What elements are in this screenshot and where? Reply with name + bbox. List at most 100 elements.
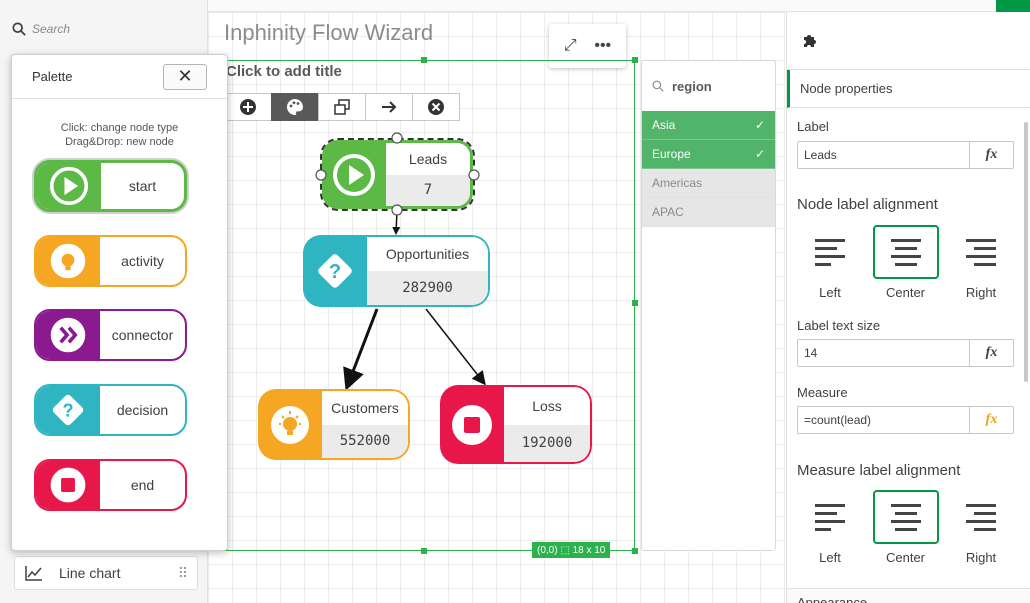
more-options-icon[interactable]: ••• [594,37,611,55]
add-node-button[interactable] [224,93,272,121]
play-icon [37,163,101,209]
copy-icon [334,99,350,115]
properties-header [787,12,1030,70]
play-icon [322,140,386,209]
palette-hint-line: Click: change node type [60,122,179,134]
palette-item-label: start [128,178,157,194]
decision-icon: ? [303,235,367,307]
align-right-icon [948,490,1014,544]
resize-handle-mr[interactable] [632,300,638,306]
palette-header: Palette ✕ [12,55,227,99]
align-right-option[interactable]: Right [948,490,1014,570]
line-chart-icon [25,566,42,581]
resize-handle-bc[interactable] [421,548,427,554]
filter-value-label: Asia [652,118,676,132]
line-chart-asset[interactable]: Line chart ⠿ [14,556,198,590]
edit-mode-button[interactable] [996,0,1030,12]
palette-item-label: connector [111,327,174,343]
filter-value-label: APAC [652,205,684,219]
label-text-size-field[interactable]: 14 fx [797,339,1014,367]
align-center-option[interactable]: Center [872,490,939,570]
filter-value-americas[interactable]: Americas [642,169,775,198]
resize-handle-tr[interactable] [632,57,638,63]
filter-value-apac[interactable]: APAC [642,198,775,227]
resize-handle-tc[interactable] [421,57,427,63]
filter-header[interactable]: region [642,61,775,111]
palette-button[interactable] [271,93,319,121]
palette-item-label: activity [121,253,164,269]
measure-field[interactable]: =count(lead) fx [797,406,1014,434]
svg-text:?: ? [62,400,73,420]
expand-icon[interactable]: ⤢ [564,37,577,55]
palette-item-decision[interactable]: ? decision [34,384,187,436]
measure-value: =count(lead) [804,413,872,427]
node-measure: 7 [386,174,470,206]
lightbulb-icon [36,237,100,285]
node-properties-section[interactable]: Node properties [787,70,1030,108]
resize-handle-br[interactable] [632,548,638,554]
align-caption: Center [885,285,926,300]
measure-label-alignment-title: Measure label alignment [797,462,961,479]
close-icon: ✕ [177,66,193,86]
palette-item-start[interactable]: start [34,160,187,212]
expression-button[interactable]: fx [969,340,1013,366]
expression-button[interactable]: fx [969,142,1013,168]
delete-button[interactable] [412,93,460,121]
check-icon: ✓ [754,118,765,132]
properties-scrollbar[interactable] [1024,122,1028,382]
assets-search[interactable]: Search [12,22,70,36]
object-title[interactable]: Click to add title [226,63,342,80]
decision-icon: ? [36,386,100,434]
arrow-right-icon [382,101,397,113]
label-value: Leads [804,148,837,162]
filter-field-name: region [672,78,712,94]
node-measure: 282900 [367,271,488,305]
close-button[interactable]: ✕ [163,63,207,90]
puzzle-icon [804,34,816,47]
filter-value-europe[interactable]: Europe ✓ [642,140,775,169]
filter-value-asia[interactable]: Asia ✓ [642,111,775,140]
palette-hint-line: Drag&Drop: new node [65,136,174,148]
palette-item-label: decision [116,402,169,418]
app-root: Search Line chart ⠿ Inphinity Flow Wizar… [0,0,1030,603]
grid-position-badge: (0,0) ⬚ 18 x 10 [532,542,611,558]
align-right-option[interactable]: Right [948,225,1014,305]
palette-item-end[interactable]: end [34,459,187,511]
connect-button[interactable] [365,93,413,121]
label-text-size-value: 14 [804,346,818,360]
align-left-icon [797,490,863,544]
sheet-title[interactable]: Inphinity Flow Wizard [224,20,433,46]
align-center-option[interactable]: Center [872,225,939,305]
filter-value-label: Americas [652,176,703,190]
align-caption: Left [819,285,841,300]
flow-node-loss[interactable]: Loss 192000 [440,385,592,464]
line-chart-label: Line chart [59,565,121,581]
flow-node-opportunities[interactable]: ? Opportunities 282900 [303,235,490,307]
drag-grip-icon[interactable]: ⠿ [178,565,188,582]
lightbulb-icon [258,389,322,460]
label-title: Label [797,119,829,134]
measure-title: Measure [797,385,848,400]
svg-text:?: ? [329,261,341,283]
flow-node-leads[interactable]: Leads 7 [320,138,475,211]
remove-circle-icon [428,99,444,115]
measure-label-alignment: Left Center Right [797,490,1014,570]
align-caption: Center [885,550,926,565]
duplicate-button[interactable] [318,93,366,121]
stop-icon [440,385,504,464]
expression-button[interactable]: fx [969,407,1013,433]
flow-toolbar [224,93,460,121]
node-label: Opportunities [367,237,488,271]
appearance-section[interactable]: Appearance [787,588,1030,603]
align-left-option[interactable]: Left [797,490,863,570]
palette-popup: Palette ✕ Click: change node type Drag&D… [11,54,228,551]
palette-item-connector[interactable]: connector [34,309,187,361]
palette-item-activity[interactable]: activity [34,235,187,287]
search-icon [652,80,664,92]
label-field[interactable]: Leads fx [797,141,1014,169]
node-label-alignment: Left Center Right [797,225,1014,305]
flow-node-customers[interactable]: Customers 552000 [258,389,410,460]
node-label: Leads [386,143,470,175]
node-label: Customers [322,391,408,425]
align-left-option[interactable]: Left [797,225,863,305]
